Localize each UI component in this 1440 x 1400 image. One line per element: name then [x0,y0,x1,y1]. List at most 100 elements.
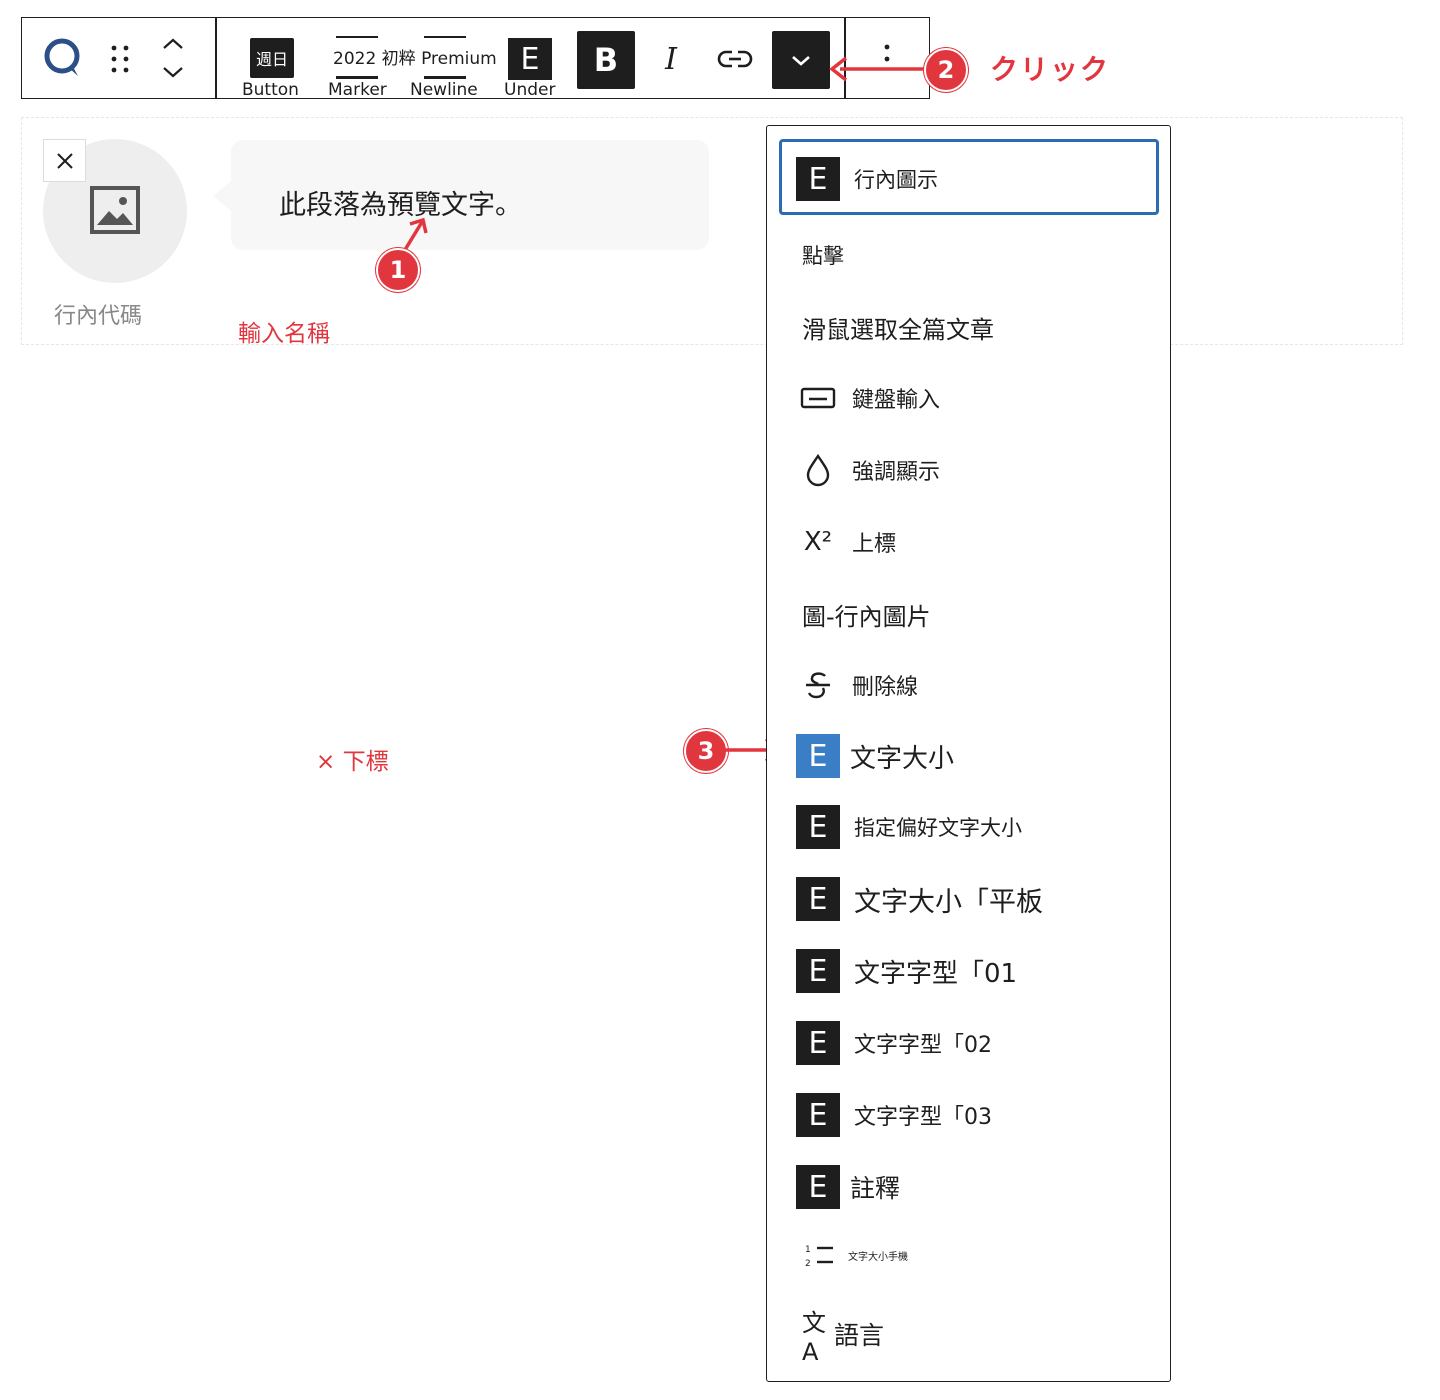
bold-button[interactable]: B [577,31,635,89]
translate-icon: 文A [796,1309,834,1366]
avatar-name[interactable]: 行內代碼 [54,298,142,330]
more-formats-button[interactable] [772,31,830,89]
e-box-icon: E [796,877,840,921]
strikethrough-icon [796,663,840,707]
menu-item-label: 指定偏好文字大小 [854,816,1022,840]
menu-item-label: 刪除線 [852,675,919,700]
menu-item-label: 強調顯示 [852,460,941,485]
chevron-down-icon [792,56,810,66]
superscript-icon-text: X² [803,527,833,557]
menu-item-annotation[interactable]: E 註釋 [796,1157,900,1217]
menu-item-text-size-mobile[interactable]: 1 2 文字大小手機 [796,1225,908,1285]
ordered-list-icon: 1 2 [796,1233,840,1277]
menu-item-strikethrough[interactable]: 刪除線 [796,655,918,715]
move-up-icon[interactable] [160,34,186,54]
svg-text:1: 1 [805,1245,811,1255]
marker-format-label: Marker [328,80,387,100]
newline-format-label: Newline [410,80,478,100]
under-format-icon-text: E [520,41,540,77]
click-annotation-text: クリック [990,53,1111,86]
step-1-badge: 1 [376,248,420,292]
drag-handle-icon[interactable] [106,42,134,76]
menu-item-label: 文字字型「01 [854,958,1018,989]
menu-item-font-01[interactable]: E 文字字型「01 [796,941,1017,1001]
annotation-arrow-2 [829,56,932,82]
menu-item-label: 滑鼠選取全篇文章 [802,315,994,344]
e-box-text: E [808,1169,828,1205]
e-box-text: E [808,881,828,917]
menu-item-label: 點擊 [802,244,844,268]
bold-button-text: B [593,41,619,79]
marker-bottom-line [336,76,378,79]
image-placeholder-icon [89,185,141,235]
link-button[interactable] [712,36,758,82]
italic-button[interactable]: I [648,36,694,82]
link-icon [717,50,753,68]
step-1-text: 1 [389,256,407,284]
e-box-text: E [808,953,828,989]
menu-item-label: 行內圖示 [854,168,938,192]
menu-item-keyboard-input[interactable]: 鍵盤輸入 [796,368,940,428]
e-box-text: E [808,1025,828,1061]
menu-item-label: 文字字型「02 [854,1033,992,1058]
menu-item-label: 上標 [852,532,897,557]
menu-item-inline-icon[interactable]: E 行內圖示 [796,149,938,209]
e-box-icon: E [796,805,840,849]
menu-item-preferred-text-size[interactable]: E 指定偏好文字大小 [796,797,1022,857]
remove-avatar-button[interactable] [43,139,86,182]
svg-text:2: 2 [805,1259,811,1269]
button-format-button[interactable]: 週日 Button [240,30,304,100]
e-box-text: E [808,809,828,845]
e-box-icon: E [796,1093,840,1137]
menu-item-label: 圖-行內圖片 [802,602,931,631]
speech-bubble-block-icon[interactable] [40,36,84,80]
button-format-icon: 週日 [250,38,294,78]
marker-top-line [336,36,378,38]
menu-item-text-size[interactable]: E 文字大小 [796,726,954,786]
e-box-text: E [808,738,828,774]
menu-item-label: 註釋 [850,1174,901,1203]
translate-icon-text: 文A [802,1308,826,1366]
e-box-icon-highlighted: E [796,734,840,778]
menu-item-superscript[interactable]: X² 上標 [796,512,896,572]
menu-item-text-size-tablet[interactable]: E 文字大小「平板 [796,869,1043,929]
step-2-text: 2 [937,56,955,84]
newline-format-button[interactable]: Newline [408,30,482,100]
e-box-icon: E [796,1021,840,1065]
e-box-icon: E [796,1165,840,1209]
e-box-text: E [808,161,828,197]
menu-item-label: 文字大小「平板 [854,886,1043,918]
keyboard-icon [796,376,840,420]
menu-item-label: 文字大小 [850,743,955,774]
menu-item-label: 鍵盤輸入 [852,388,941,413]
menu-item-inline-image[interactable]: 圖-行內圖片 [796,584,931,644]
menu-item-language[interactable]: 文A 語言 [796,1304,885,1366]
menu-item-click[interactable]: 點擊 [796,225,844,285]
menu-item-label: 語言 [834,1321,885,1350]
menu-item-font-02[interactable]: E 文字字型「02 [796,1013,992,1073]
menu-item-highlight[interactable]: 強調顯示 [796,440,940,500]
e-box-text: E [808,1097,828,1133]
bubble-tail [213,180,233,212]
step-3-text: 3 [697,737,715,765]
subscript-removed-note: × 下標 [316,749,389,775]
toolbar-divider [215,17,217,99]
step-2-badge: 2 [924,48,968,92]
under-format-label: Under [504,80,556,100]
superscript-icon: X² [796,520,840,564]
button-format-label: Button [242,80,299,100]
menu-item-label: 文字大小手機 [848,1251,908,1263]
menu-item-select-all[interactable]: 滑鼠選取全篇文章 [796,297,994,357]
block-content-area [21,117,1403,345]
input-name-annotation: 輸入名稱 [238,321,330,347]
italic-button-text: I [665,41,677,77]
menu-item-font-03[interactable]: E 文字字型「03 [796,1085,992,1145]
e-box-icon: E [796,157,840,201]
e-box-icon: E [796,949,840,993]
under-format-icon: E [508,38,552,80]
menu-item-label: 文字字型「03 [854,1105,992,1130]
move-down-icon[interactable] [160,62,186,82]
button-format-icon-text: 週日 [255,50,288,69]
under-format-button[interactable]: E Under [502,30,560,100]
droplet-icon [796,448,840,492]
